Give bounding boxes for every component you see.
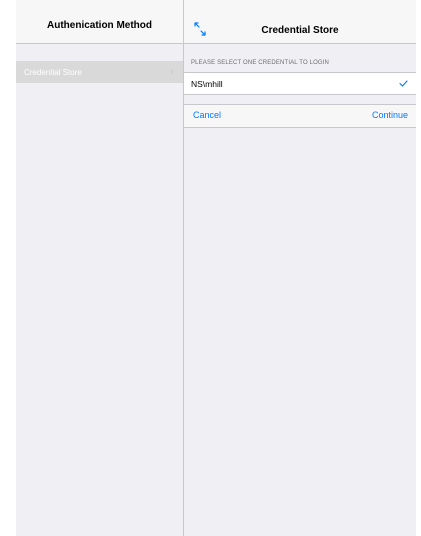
chevron-right-icon: ›	[170, 66, 174, 78]
master-pane: Authenication Method Credential Store ›	[16, 0, 184, 536]
checkmark-icon	[399, 80, 408, 87]
detail-navigation-bar: Credential Store	[184, 0, 416, 44]
page-title: Credential Store	[261, 25, 339, 36]
sidebar-item-credential-store[interactable]: Credential Store ›	[16, 61, 183, 83]
master-navigation-bar: Authenication Method	[16, 0, 183, 44]
sidebar-item-label: Credential Store	[24, 67, 82, 77]
credential-section-header: PLEASE SELECT ONE CREDENTIAL TO LOGIN	[191, 60, 330, 66]
continue-button[interactable]: Continue	[372, 110, 408, 120]
credential-row[interactable]: NS\mhill	[184, 72, 416, 95]
detail-pane: Credential Store PLEASE SELECT ONE CREDE…	[184, 0, 416, 536]
action-bar: Cancel Continue	[184, 104, 416, 128]
credential-label: NS\mhill	[191, 78, 223, 89]
master-title: Authenication Method	[47, 20, 152, 31]
cancel-button[interactable]: Cancel	[193, 110, 221, 120]
app-screen: Authenication Method Credential Store › …	[16, 0, 416, 536]
